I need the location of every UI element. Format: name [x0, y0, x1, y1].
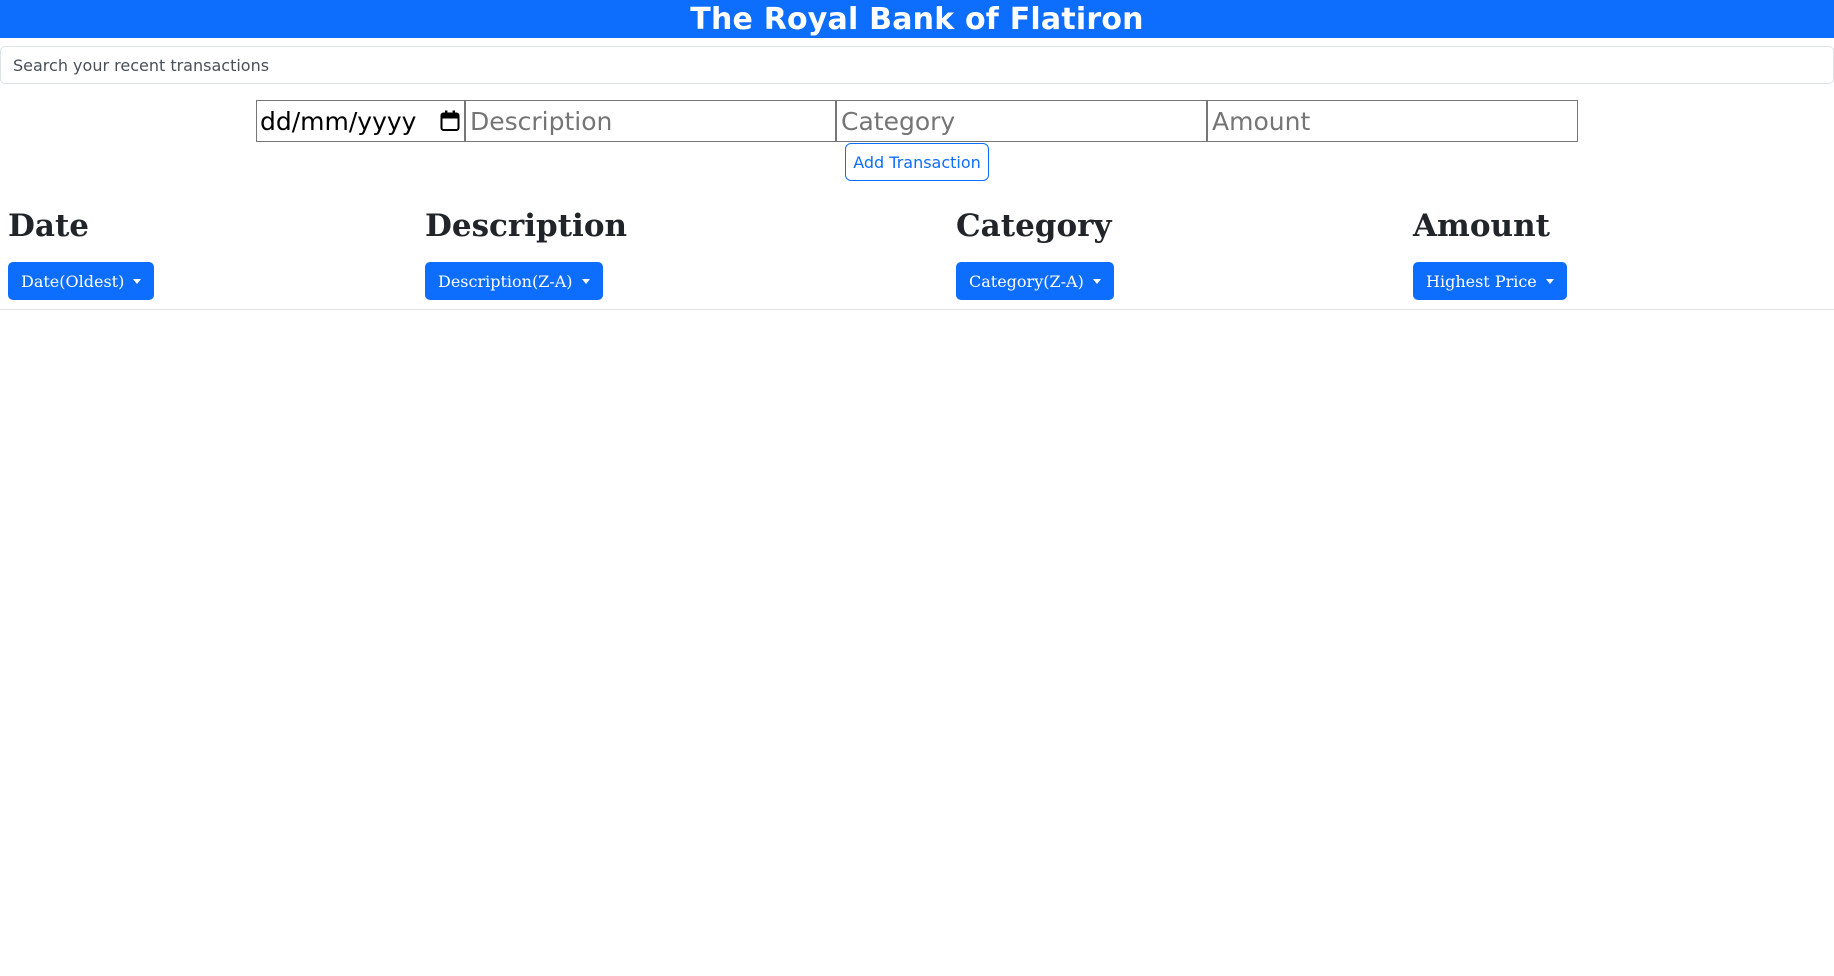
column-heading-amount: Amount: [1413, 208, 1550, 244]
amount-input[interactable]: [1207, 100, 1578, 142]
caret-down-icon: [1092, 279, 1101, 284]
sort-date-label: Date(Oldest): [21, 271, 125, 291]
caret-down-icon: [1545, 279, 1554, 284]
sort-description-dropdown[interactable]: Description(Z-A): [425, 262, 603, 300]
sort-description-label: Description(Z-A): [438, 271, 573, 291]
sort-date-dropdown[interactable]: Date(Oldest): [8, 262, 155, 300]
date-input-placeholder: dd/mm/yyyy: [260, 106, 417, 136]
sort-category-label: Category(Z-A): [969, 271, 1084, 291]
caret-down-icon: [133, 279, 142, 284]
app-root: The Royal Bank of Flatiron dd/mm/yyyy Ad…: [0, 0, 1834, 976]
table-header-divider: [0, 309, 1834, 310]
column-heading-description: Description: [425, 208, 628, 244]
search-input[interactable]: [0, 46, 1834, 84]
add-transaction-button[interactable]: Add Transaction: [845, 143, 989, 181]
category-input[interactable]: [836, 100, 1207, 142]
column-heading-date: Date: [8, 208, 90, 244]
sort-amount-dropdown[interactable]: Highest Price: [1413, 262, 1567, 300]
calendar-icon[interactable]: [440, 110, 460, 132]
column-heading-category: Category: [956, 208, 1112, 244]
page-title: The Royal Bank of Flatiron: [690, 1, 1144, 37]
sort-category-dropdown[interactable]: Category(Z-A): [956, 262, 1114, 300]
app-header: The Royal Bank of Flatiron: [0, 0, 1834, 38]
description-input[interactable]: [465, 100, 836, 142]
caret-down-icon: [581, 279, 590, 284]
sort-amount-label: Highest Price: [1426, 271, 1537, 291]
date-input[interactable]: dd/mm/yyyy: [256, 100, 465, 142]
